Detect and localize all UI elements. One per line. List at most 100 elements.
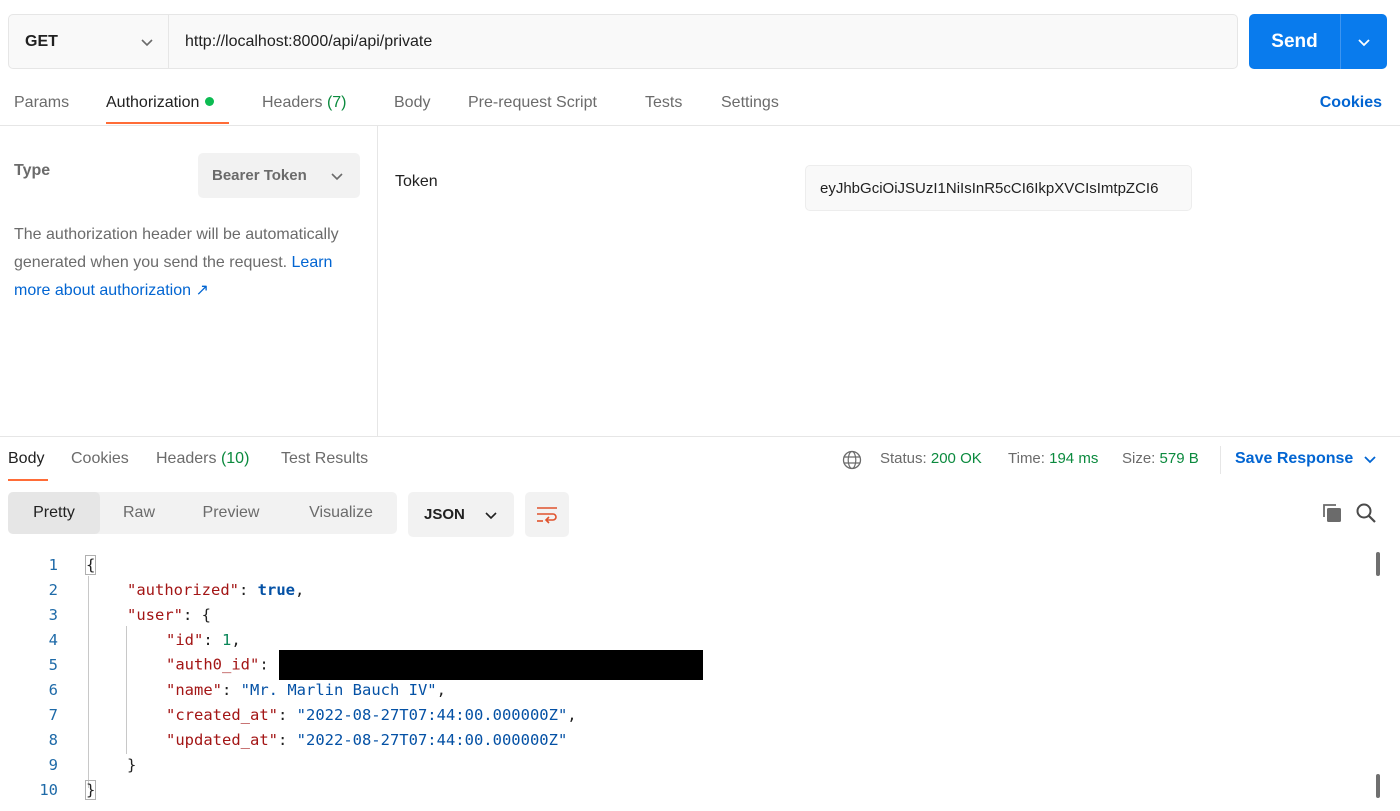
tab-label: Params <box>14 94 70 111</box>
active-indicator-dot <box>205 97 215 107</box>
tab-body[interactable]: Body <box>394 94 430 112</box>
json-key: "name" <box>166 680 222 699</box>
send-button[interactable]: Send <box>1249 14 1387 69</box>
json-key: "auth0_id" <box>166 655 260 673</box>
code-text: "auth0_id": <box>166 649 703 680</box>
line-number: 2 <box>48 580 58 599</box>
time-meta[interactable]: Time: 194 ms <box>1008 450 1098 467</box>
size-label: Size: <box>1122 450 1156 467</box>
line-number: 7 <box>48 705 58 724</box>
code-text: { <box>84 554 97 575</box>
line-number: 3 <box>48 605 58 624</box>
save-response-button[interactable]: Save Response <box>1235 450 1377 468</box>
code-text: "updated_at": "2022-08-27T07:44:00.00000… <box>166 730 568 749</box>
request-url-bar: GET http://localhost:8000/api/api/privat… <box>8 14 1238 69</box>
tab-count: (7) <box>326 94 347 111</box>
code-line: 10} <box>0 777 1360 802</box>
chevron-down-icon <box>1357 35 1371 49</box>
format-value: JSON <box>424 506 465 523</box>
copy-icon[interactable] <box>1321 502 1343 524</box>
tab-params[interactable]: Params <box>14 94 69 112</box>
code-line: 8 "updated_at": "2022-08-27T07:44:00.0000… <box>0 727 1360 752</box>
json-value: "Mr. Marlin Bauch IV" <box>240 680 437 699</box>
response-tab-cookies[interactable]: Cookies <box>71 450 129 468</box>
code-text: "authorized": true, <box>127 580 305 599</box>
search-icon[interactable] <box>1355 502 1377 524</box>
response-divider <box>0 436 1400 437</box>
tab-label: Body <box>394 94 431 111</box>
url-value: http://localhost:8000/api/api/private <box>185 32 433 50</box>
send-options-dropdown[interactable] <box>1341 14 1387 69</box>
view-mode-segmented: Pretty Raw Preview Visualize <box>8 492 397 534</box>
line-number: 4 <box>48 630 58 649</box>
tab-tests[interactable]: Tests <box>645 94 682 112</box>
save-response-label: Save Response <box>1235 450 1354 467</box>
chevron-down-icon <box>330 169 344 183</box>
tab-count: (10) <box>220 450 250 467</box>
view-visualize[interactable]: Visualize <box>296 492 386 534</box>
code-text: "created_at": "2022-08-27T07:44:00.00000… <box>166 705 577 724</box>
view-raw[interactable]: Raw <box>100 492 178 534</box>
code-text: } <box>127 755 137 774</box>
token-input[interactable]: eyJhbGciOiJSUzI1NiIsInR5cCI6IkpXVCIsImtp… <box>805 165 1192 211</box>
tab-settings[interactable]: Settings <box>721 94 779 112</box>
wrap-lines-icon <box>537 506 557 524</box>
json-key: "id" <box>166 630 204 649</box>
json-value: true <box>257 580 295 599</box>
json-value: "2022-08-27T07:44:00.000000Z" <box>296 705 568 724</box>
line-number: 10 <box>39 780 58 799</box>
json-value: "2022-08-27T07:44:00.000000Z" <box>296 730 568 749</box>
code-text: } <box>84 779 97 800</box>
code-line: 7 "created_at": "2022-08-27T07:44:00.0000… <box>0 702 1360 727</box>
chevron-down-icon <box>1363 452 1377 466</box>
tab-label: Cookies <box>71 450 129 467</box>
tab-label: Test Results <box>281 450 369 467</box>
url-input[interactable]: http://localhost:8000/api/api/private <box>169 15 1237 68</box>
tab-label: Tests <box>645 94 683 111</box>
cookies-link[interactable]: Cookies <box>1320 94 1382 112</box>
active-tab-underline <box>106 122 229 124</box>
response-tab-headers[interactable]: Headers (10) <box>156 450 249 468</box>
tab-label: Body <box>8 450 45 467</box>
wrap-lines-button[interactable] <box>525 492 569 537</box>
tab-pre-request-script[interactable]: Pre-request Script <box>468 94 597 112</box>
tab-headers[interactable]: Headers (7) <box>262 94 347 112</box>
time-label: Time: <box>1008 450 1045 467</box>
auth-description: The authorization header will be automat… <box>14 221 370 305</box>
view-preview[interactable]: Preview <box>184 492 278 534</box>
size-value: 579 B <box>1159 450 1199 467</box>
method-select[interactable]: GET <box>9 15 169 68</box>
send-label: Send <box>1249 14 1341 69</box>
auth-type-select[interactable]: Bearer Token <box>198 153 360 198</box>
status-value: 200 OK <box>930 450 982 467</box>
code-text: "id": 1, <box>166 630 241 649</box>
json-key: "authorized" <box>127 580 239 599</box>
status-meta[interactable]: Status: 200 OK <box>880 450 982 467</box>
line-number: 5 <box>48 655 58 674</box>
tab-authorization[interactable]: Authorization <box>106 94 215 112</box>
code-line: 1{ <box>0 552 1360 577</box>
method-value: GET <box>25 32 58 50</box>
code-line: 6 "name": "Mr. Marlin Bauch IV", <box>0 677 1360 702</box>
tab-label: Settings <box>721 94 779 111</box>
globe-icon[interactable] <box>842 450 862 470</box>
format-select[interactable]: JSON <box>408 492 514 537</box>
code-line: 2 "authorized": true, <box>0 577 1360 602</box>
response-tab-body[interactable]: Body <box>8 450 44 468</box>
line-number: 6 <box>48 680 58 699</box>
code-line: 4 "id": 1, <box>0 627 1360 652</box>
size-meta[interactable]: Size: 579 B <box>1122 450 1199 467</box>
json-key: "updated_at" <box>166 730 278 749</box>
scrollbar-thumb[interactable] <box>1376 552 1380 576</box>
auth-type-label: Type <box>14 162 51 179</box>
view-pretty[interactable]: Pretty <box>8 492 100 534</box>
response-tab-test-results[interactable]: Test Results <box>281 450 368 468</box>
token-value: eyJhbGciOiJSUzI1NiIsInR5cCI6IkpXVCIsImtp… <box>820 179 1159 197</box>
code-text: "name": "Mr. Marlin Bauch IV", <box>166 680 446 699</box>
redacted-value <box>278 649 703 680</box>
scrollbar-thumb[interactable] <box>1376 774 1380 798</box>
line-number: 9 <box>48 755 58 774</box>
chevron-down-icon <box>140 35 154 49</box>
tab-label: Authorization <box>106 94 200 111</box>
auth-description-text: The authorization header will be automat… <box>14 226 339 271</box>
